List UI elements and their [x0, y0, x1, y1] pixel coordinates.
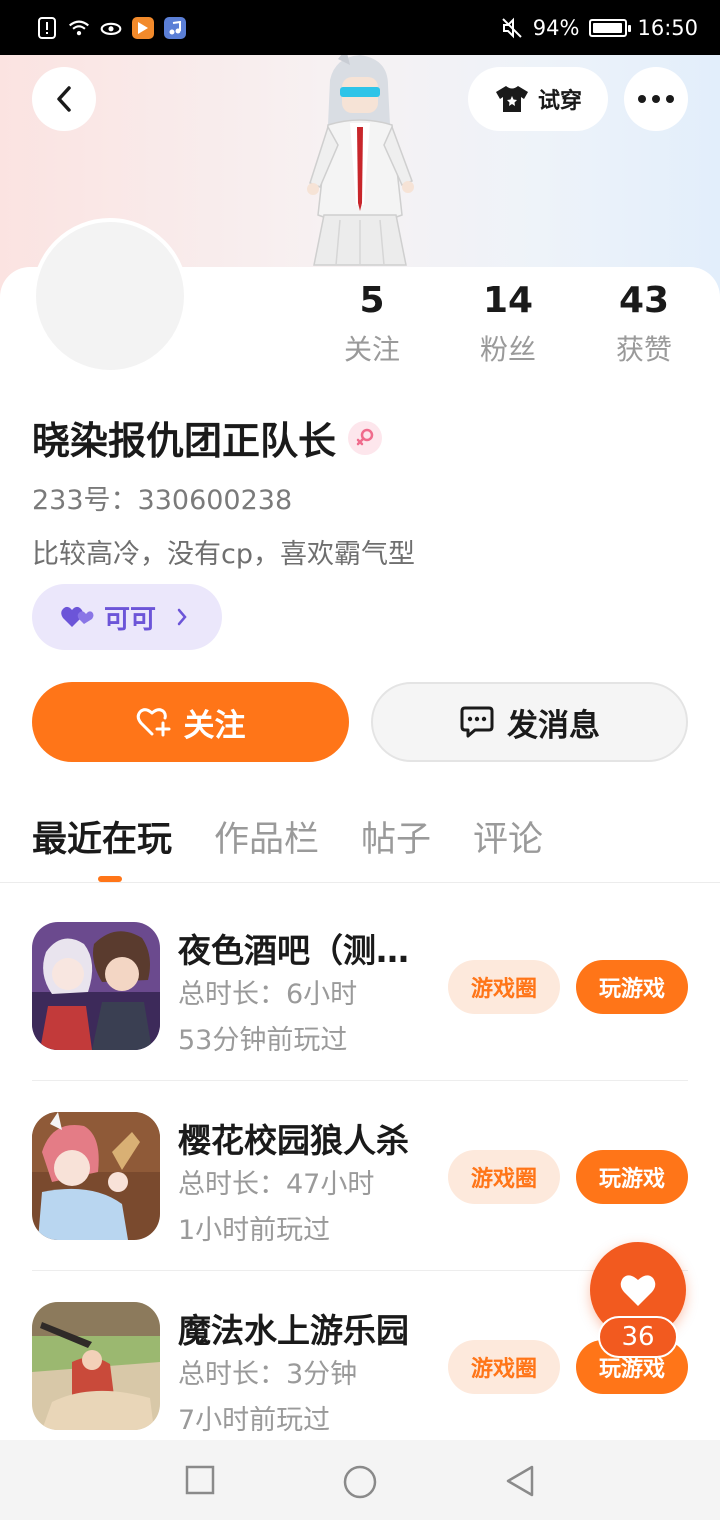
- tab-works[interactable]: 作品栏: [214, 812, 319, 868]
- game-last-played: 7小时前玩过: [178, 1405, 331, 1436]
- chevron-right-icon: [177, 608, 187, 626]
- game-duration: 总时长：47小时: [178, 1169, 375, 1200]
- game-circle-button[interactable]: 游戏圈: [448, 960, 560, 1014]
- stat-followers[interactable]: 14 粉丝: [453, 278, 563, 370]
- game-icon-water-park[interactable]: [32, 1302, 160, 1430]
- game-title: 樱花校园狼人杀: [178, 1121, 409, 1160]
- battery-icon: [589, 18, 632, 37]
- heart-icon: [620, 1275, 656, 1306]
- followers-count: 14: [482, 280, 534, 321]
- video-app-icon: [132, 16, 154, 39]
- game-icon-night-bar[interactable]: [32, 922, 160, 1050]
- battery-percent: 94%: [532, 15, 580, 40]
- likes-label: 获赞: [615, 333, 672, 366]
- profile-tabs: 最近在玩 作品栏 帖子 评论: [32, 812, 543, 868]
- cp-tag-label: 可可: [104, 604, 157, 635]
- game-duration: 总时长：6小时: [178, 979, 358, 1010]
- back-button[interactable]: [32, 67, 96, 131]
- like-count: 36: [598, 1316, 678, 1358]
- profile-avatar[interactable]: [32, 218, 188, 374]
- play-game-button[interactable]: 玩游戏: [576, 960, 688, 1014]
- following-count: 5: [359, 280, 385, 321]
- back-nav-icon[interactable]: [504, 1464, 536, 1498]
- cp-tag[interactable]: 可可: [32, 584, 222, 650]
- name-row: 晓染报仇团正队长: [32, 410, 383, 465]
- message-button[interactable]: 发消息: [371, 682, 688, 762]
- mute-icon: [501, 17, 523, 39]
- clock: 16:50: [637, 15, 698, 40]
- user-id: 233号：330600238: [32, 485, 293, 516]
- row-divider: [32, 1270, 688, 1271]
- user-name: 晓染报仇团正队长: [32, 419, 337, 463]
- character-avatar: [307, 55, 414, 266]
- more-dots-icon: [638, 95, 674, 103]
- game-row[interactable]: 魔法水上游乐园 总时长：3分钟 7小时前玩过 游戏圈 玩游戏: [32, 1302, 688, 1436]
- system-nav-bar: [0, 1440, 720, 1520]
- game-duration: 总时长：3分钟: [178, 1359, 358, 1390]
- game-row[interactable]: 夜色酒吧（测… 总时长：6小时 53分钟前玩过 游戏圈 玩游戏: [32, 922, 688, 1056]
- game-last-played: 1小时前玩过: [178, 1215, 331, 1246]
- recent-apps-icon[interactable]: [184, 1464, 216, 1496]
- play-game-button[interactable]: 玩游戏: [576, 1150, 688, 1204]
- chat-bubble-icon: [460, 706, 494, 738]
- alert-icon: [36, 16, 58, 39]
- stat-following[interactable]: 5 关注: [317, 278, 427, 370]
- game-circle-button[interactable]: 游戏圈: [448, 1150, 560, 1204]
- likes-count: 43: [618, 280, 670, 321]
- message-label: 发消息: [507, 707, 600, 744]
- game-icon-sakura-school[interactable]: [32, 1112, 160, 1240]
- follow-button[interactable]: 关注: [32, 682, 349, 762]
- try-on-label: 试穿: [537, 89, 582, 114]
- game-title: 魔法水上游乐园: [178, 1311, 409, 1350]
- user-bio: 比较高冷，没有cp，喜欢霸气型: [32, 539, 415, 570]
- game-row[interactable]: 樱花校园狼人杀 总时长：47小时 1小时前玩过 游戏圈 玩游戏: [32, 1112, 688, 1246]
- home-icon[interactable]: [342, 1464, 378, 1500]
- female-icon: [348, 420, 383, 455]
- chevron-left-icon: [57, 86, 71, 112]
- wifi-icon: [68, 17, 90, 39]
- follow-label: 关注: [183, 707, 246, 744]
- tab-comments[interactable]: 评论: [473, 812, 543, 868]
- eye-icon: [100, 17, 122, 39]
- music-app-icon: [164, 16, 186, 39]
- more-button[interactable]: [624, 67, 688, 131]
- tabs-divider: [0, 882, 720, 883]
- tab-posts[interactable]: 帖子: [361, 812, 431, 868]
- row-divider: [32, 1080, 688, 1081]
- stat-likes[interactable]: 43 获赞: [589, 278, 699, 370]
- game-title: 夜色酒吧（测…: [178, 931, 409, 970]
- followers-label: 粉丝: [479, 333, 536, 366]
- tshirt-icon: [495, 86, 528, 112]
- hearts-icon: [61, 606, 94, 627]
- tab-recent-play[interactable]: 最近在玩: [32, 812, 172, 868]
- following-label: 关注: [343, 333, 400, 366]
- heart-plus-icon: [136, 708, 170, 737]
- game-last-played: 53分钟前玩过: [178, 1025, 348, 1056]
- game-circle-button[interactable]: 游戏圈: [448, 1340, 560, 1394]
- try-on-button[interactable]: 试穿: [468, 67, 608, 131]
- status-bar: 94% 16:50: [0, 0, 720, 55]
